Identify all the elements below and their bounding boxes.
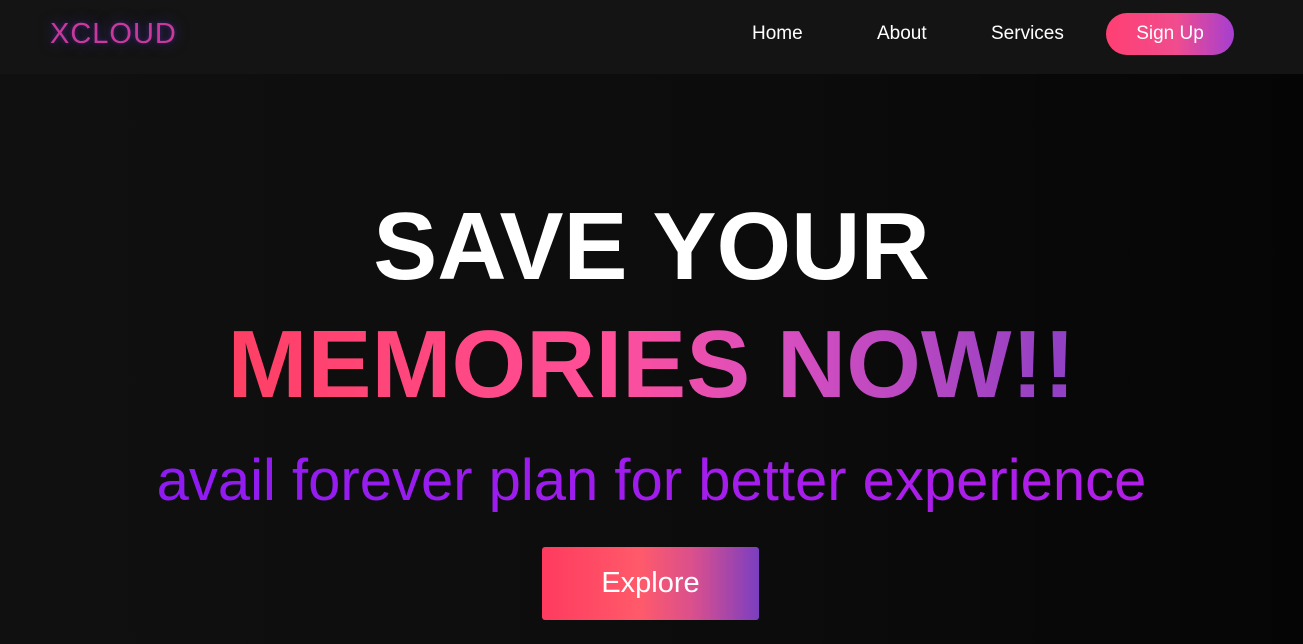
hero-headline-line-2-wrapper: MEMORIES NOW!!: [0, 313, 1303, 417]
navbar: XCLOUD Home About Services Sign Up: [0, 0, 1303, 74]
hero-headline-line-1: SAVE YOUR: [373, 193, 930, 300]
hero-subtitle: avail forever plan for better experience: [156, 448, 1147, 513]
explore-button[interactable]: Explore: [542, 547, 759, 620]
hero-headline-line-2: MEMORIES NOW!!: [227, 311, 1076, 418]
nav-link-services[interactable]: Services: [991, 22, 1064, 46]
nav-link-about[interactable]: About: [877, 22, 927, 46]
hero-subtitle-wrapper: avail forever plan for better experience: [0, 448, 1303, 514]
logo[interactable]: XCLOUD: [50, 16, 177, 52]
sign-up-button[interactable]: Sign Up: [1106, 13, 1234, 55]
nav-link-home[interactable]: Home: [752, 22, 803, 46]
